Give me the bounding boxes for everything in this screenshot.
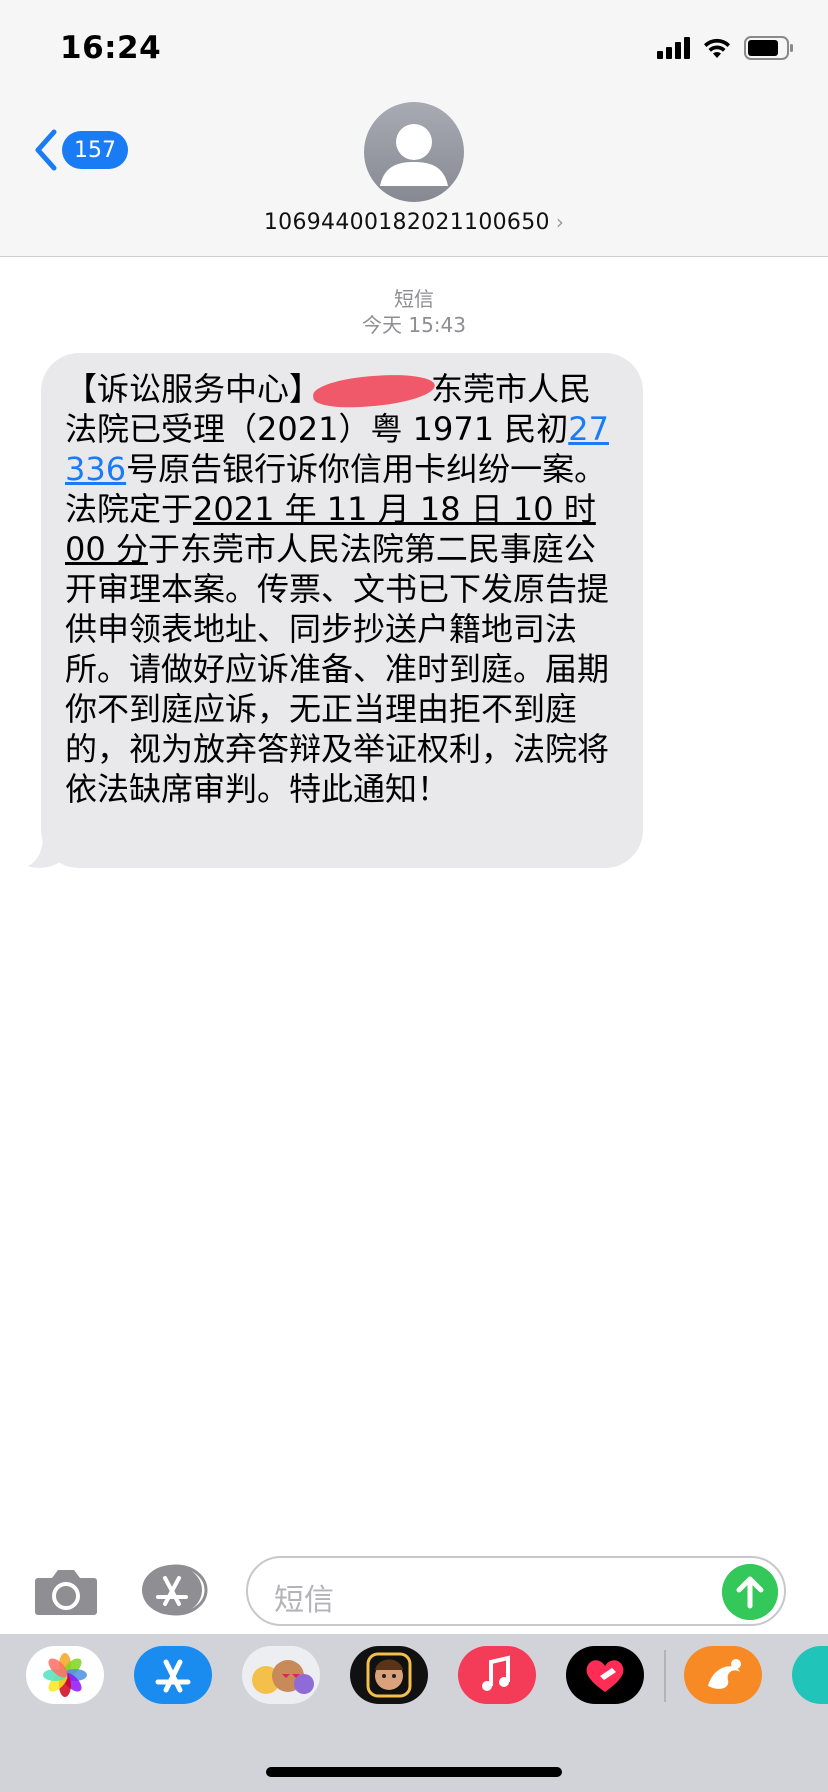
wifi-icon	[702, 37, 732, 59]
compose-bar: 短信	[0, 1548, 828, 1634]
home-indicator[interactable]	[266, 1767, 562, 1777]
message-input-placeholder: 短信	[274, 1583, 334, 1618]
music-app-icon[interactable]	[458, 1646, 536, 1704]
message-text-segment: 于东莞市人民法院第二民事庭公开审理本案。传票、文书已下发原告提供申领表地址、同步…	[65, 530, 610, 808]
back-button[interactable]: 157	[32, 128, 128, 172]
uc-browser-app-icon[interactable]	[684, 1646, 762, 1704]
status-icons	[657, 36, 794, 60]
message-timestamp: 今天 15:43	[362, 313, 466, 337]
photos-app-icon[interactable]	[26, 1646, 104, 1704]
battery-icon	[744, 36, 794, 60]
contact-number: 10694400182021100650	[263, 210, 550, 235]
person-icon	[380, 124, 448, 186]
digital-touch-icon[interactable]	[566, 1646, 644, 1704]
partial-app-icon[interactable]	[792, 1646, 828, 1704]
contact-name[interactable]: 10694400182021100650 ›	[0, 210, 828, 235]
redaction-mark	[312, 371, 436, 411]
app-store-icon[interactable]	[140, 1564, 210, 1616]
chevron-right-icon: ›	[555, 210, 565, 234]
memoji-stickers-icon[interactable]	[242, 1646, 320, 1704]
message-sender-tag: 【诉讼服务中心】	[65, 370, 322, 408]
status-time: 16:24	[60, 30, 162, 66]
message-input[interactable]: 短信	[246, 1556, 786, 1626]
conversation-header: 16:24 157 10694400182021100650 ›	[0, 0, 828, 257]
message-text: 【诉讼服务中心】 东莞市人民法院已受理（2021）粤 1971 民初27336号原…	[65, 369, 621, 809]
contact-avatar[interactable]	[364, 102, 464, 202]
chevron-left-icon	[35, 129, 57, 171]
cellular-signal-icon	[657, 37, 690, 59]
app-store-app-icon[interactable]	[134, 1646, 212, 1704]
message-service-label: 短信	[394, 287, 434, 311]
message-bubble[interactable]: 【诉讼服务中心】 东莞市人民法院已受理（2021）粤 1971 民初27336号原…	[41, 353, 643, 868]
send-arrow-icon[interactable]	[722, 1564, 778, 1620]
unread-count-badge: 157	[62, 131, 128, 169]
memoji-icon[interactable]	[350, 1646, 428, 1704]
camera-icon[interactable]	[34, 1566, 98, 1616]
drawer-divider	[664, 1650, 666, 1702]
